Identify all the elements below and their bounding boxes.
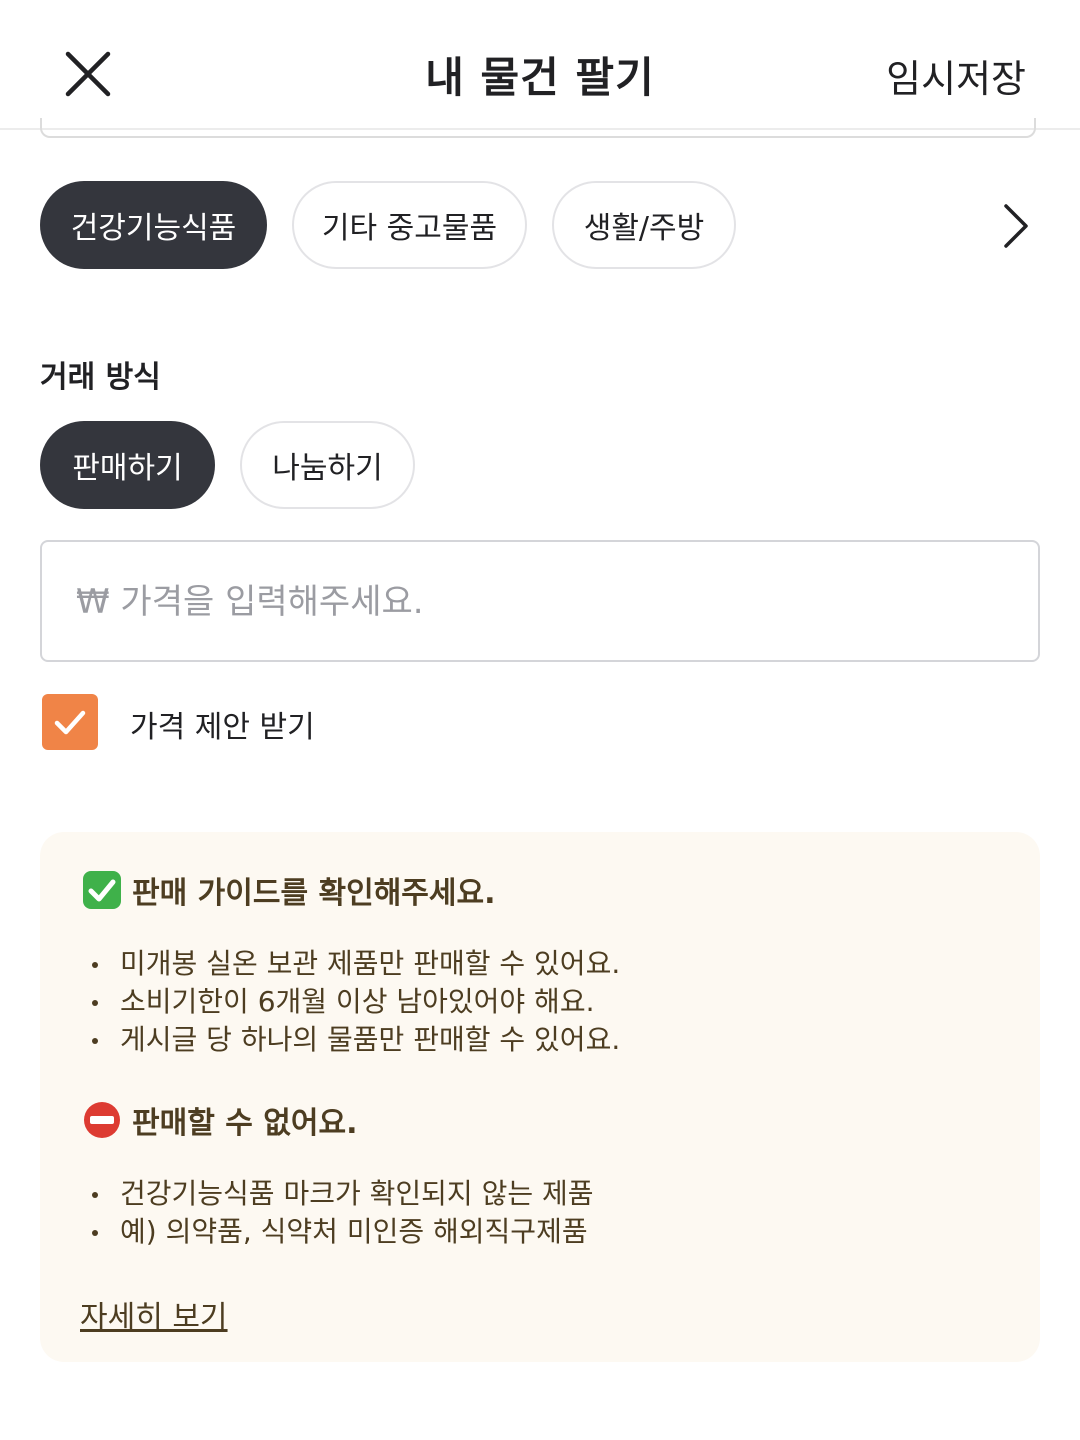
sales-guide-box: 판매 가이드를 확인해주세요. 미개봉 실온 보관 제품만 판매할 수 있어요.… [40,832,1040,1362]
category-chip-other-used-goods[interactable]: 기타 중고물품 [292,181,527,269]
guide-check-heading-text: 판매 가이드를 확인해주세요. [132,876,496,911]
list-item: 게시글 당 하나의 물품만 판매할 수 있어요. [88,1021,620,1059]
trade-option-sell[interactable]: 판매하기 [40,421,215,509]
chevron-right-icon[interactable] [994,198,1034,254]
list-item: 건강기능식품 마크가 확인되지 않는 제품 [88,1175,594,1213]
list-item: 미개봉 실온 보관 제품만 판매할 수 있어요. [88,945,620,983]
category-chip-living-kitchen[interactable]: 생활/주방 [552,181,736,269]
scrolled-input-edge [40,118,1036,138]
trade-method-label: 거래 방식 [40,360,161,395]
guide-no-heading: 판매할 수 없어요. [82,1098,358,1142]
save-draft-button[interactable]: 임시저장 [886,48,1026,103]
trade-option-share[interactable]: 나눔하기 [240,421,415,509]
guide-check-list: 미개봉 실온 보관 제품만 판매할 수 있어요. 소비기한이 6개월 이상 남아… [88,945,620,1059]
no-entry-icon [82,1100,122,1140]
price-offer-checkbox[interactable] [42,694,98,750]
price-input[interactable] [74,542,1008,662]
guide-no-list: 건강기능식품 마크가 확인되지 않는 제품 예) 의약품, 식약처 미인증 해외… [88,1175,594,1251]
check-mark-button-icon [82,870,122,910]
category-chip-health-supplements[interactable]: 건강기능식품 [40,181,267,269]
price-field [40,540,1040,662]
guide-no-heading-text: 판매할 수 없어요. [132,1106,358,1141]
top-bar: 내 물건 팔기 임시저장 [0,0,1080,130]
checkmark-icon [54,710,86,735]
see-details-link[interactable]: 자세히 보기 [80,1292,228,1336]
list-item: 소비기한이 6개월 이상 남아있어야 해요. [88,983,620,1021]
list-item: 예) 의약품, 식약처 미인증 해외직구제품 [88,1213,594,1251]
price-offer-label: 가격 제안 받기 [130,710,315,745]
guide-check-heading: 판매 가이드를 확인해주세요. [82,868,496,912]
